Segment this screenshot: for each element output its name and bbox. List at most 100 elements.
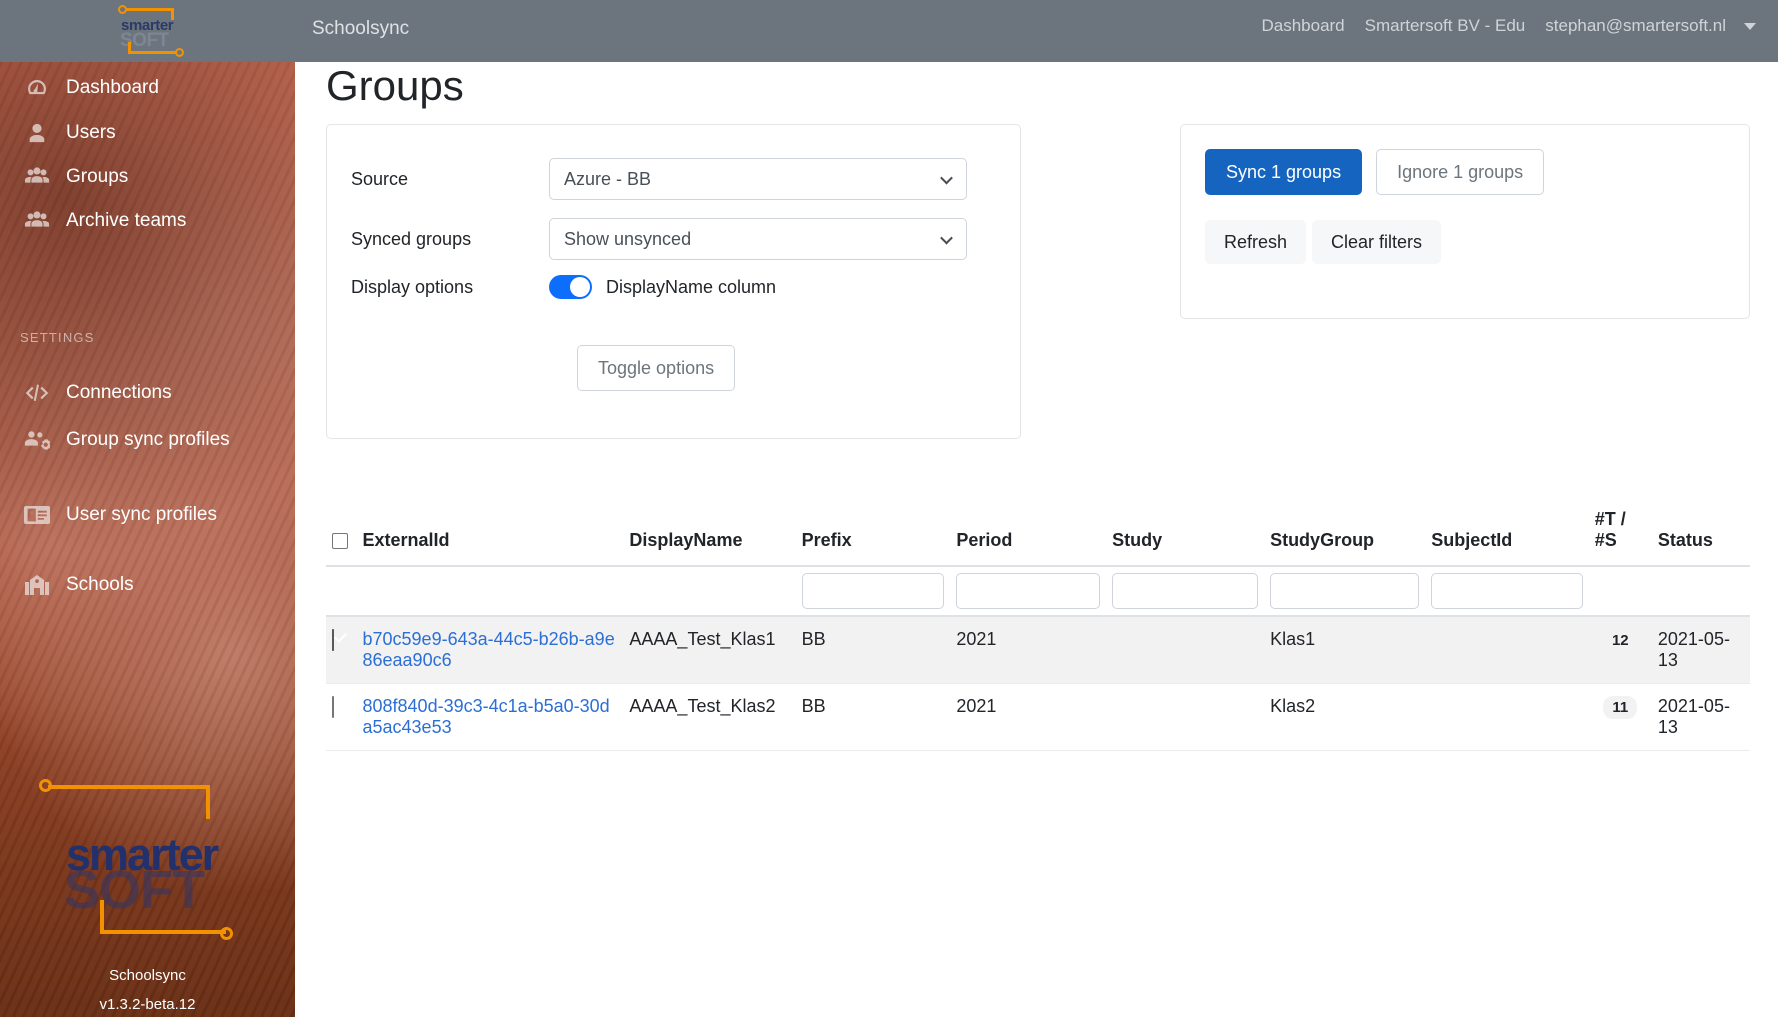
cell-subjectid: [1425, 684, 1588, 751]
cell-externalid: b70c59e9-643a-44c5-b26b-a9e86eaa90c6: [357, 616, 624, 684]
nav-link-dashboard[interactable]: Dashboard: [1251, 16, 1354, 36]
nav-link-user-email[interactable]: stephan@smartersoft.nl: [1535, 16, 1736, 36]
column-header-studygroup[interactable]: StudyGroup: [1264, 499, 1425, 566]
ts-badge: 11: [1603, 696, 1637, 719]
sidebar-footer-app-name: Schoolsync: [0, 967, 295, 984]
chevron-down-icon[interactable]: [1744, 23, 1756, 30]
sidebar-item-label: Archive teams: [66, 210, 186, 232]
sidebar-item-user-sync-profiles[interactable]: User sync profiles: [0, 489, 295, 541]
table-row[interactable]: 808f840d-39c3-4c1a-b5a0-30da5ac43e53 AAA…: [326, 684, 1750, 751]
logo-dot-bottom-right: [175, 48, 184, 57]
sidebar-item-label: Connections: [66, 382, 172, 404]
ts-header-line1: #T /: [1595, 509, 1646, 530]
synced-groups-label: Synced groups: [351, 229, 549, 250]
ignore-groups-button[interactable]: Ignore 1 groups: [1376, 149, 1544, 195]
display-options-label: Display options: [351, 277, 549, 298]
column-header-study[interactable]: Study: [1106, 499, 1264, 566]
toggle-options-button[interactable]: Toggle options: [577, 345, 735, 391]
actions-panel: Sync 1 groups Ignore 1 groups Refresh Cl…: [1180, 124, 1750, 319]
sidebar-logo-bar-top-right: [206, 785, 210, 819]
ts-header-line2: #S: [1595, 530, 1646, 551]
toggle-options-row: Toggle options: [577, 345, 735, 391]
sync-groups-button[interactable]: Sync 1 groups: [1205, 149, 1362, 195]
sidebar-logo-dot-bottom-right: [220, 927, 233, 940]
filter-cell-studygroup: [1264, 566, 1425, 616]
source-filter-row: Source Azure - BB: [351, 158, 967, 200]
filter-input-study[interactable]: [1112, 573, 1258, 609]
synced-groups-select-wrapper: Show unsynced: [549, 218, 967, 260]
table-header-row: ExternalId DisplayName Prefix Period Stu…: [326, 499, 1750, 566]
sidebar-item-connections[interactable]: Connections: [0, 367, 295, 419]
sidebar-logo-bar-bottom-left: [100, 900, 104, 934]
displayname-column-toggle[interactable]: [549, 275, 592, 299]
cell-teachers-students: 11: [1589, 684, 1652, 751]
id-card-icon: [20, 504, 54, 526]
cell-studygroup: Klas2: [1264, 684, 1425, 751]
filter-cell-prefix: [796, 566, 951, 616]
sidebar-item-archive-teams[interactable]: Archive teams: [0, 195, 295, 247]
toggle-knob: [570, 277, 590, 297]
clear-filters-button[interactable]: Clear filters: [1312, 220, 1441, 264]
filter-input-subjectid[interactable]: [1431, 573, 1582, 609]
app-name-label: Schoolsync: [312, 18, 409, 40]
filters-panel: Source Azure - BB Synced groups Show uns…: [326, 124, 1021, 439]
filter-input-period[interactable]: [956, 573, 1100, 609]
groups-table: ExternalId DisplayName Prefix Period Stu…: [326, 499, 1750, 751]
select-all-header: [326, 499, 357, 566]
sidebar-item-label: Users: [66, 122, 116, 144]
column-header-externalid[interactable]: ExternalId: [357, 499, 624, 566]
top-nav-links: Dashboard Smartersoft BV - Edu stephan@s…: [1251, 16, 1756, 36]
column-header-period[interactable]: Period: [950, 499, 1106, 566]
cell-prefix: BB: [796, 616, 951, 684]
logo-bar-bottom: [128, 51, 180, 54]
select-all-checkbox[interactable]: [332, 533, 348, 549]
filter-cell-empty: [623, 566, 795, 616]
table-row[interactable]: b70c59e9-643a-44c5-b26b-a9e86eaa90c6 AAA…: [326, 616, 1750, 684]
refresh-button[interactable]: Refresh: [1205, 220, 1306, 264]
cell-study: [1106, 684, 1264, 751]
synced-groups-filter-row: Synced groups Show unsynced: [351, 218, 967, 260]
column-header-teachers-students[interactable]: #T / #S: [1589, 499, 1652, 566]
cell-period: 2021: [950, 616, 1106, 684]
row-checkbox[interactable]: [332, 629, 334, 651]
secondary-actions-row: Refresh Clear filters: [1205, 220, 1441, 264]
sidebar-item-label: Dashboard: [66, 77, 159, 99]
sidebar-item-label: Schools: [66, 574, 134, 596]
ts-badge: 12: [1603, 629, 1638, 652]
cell-period: 2021: [950, 684, 1106, 751]
row-select-cell: [326, 616, 357, 684]
row-select-cell: [326, 684, 357, 751]
row-checkbox[interactable]: [332, 696, 334, 718]
logo-dot-top-left: [118, 5, 127, 14]
column-header-status[interactable]: Status: [1652, 499, 1750, 566]
synced-groups-select[interactable]: Show unsynced: [549, 218, 967, 260]
nav-link-tenant[interactable]: Smartersoft BV - Edu: [1355, 16, 1536, 36]
cell-displayname: AAAA_Test_Klas2: [623, 684, 795, 751]
column-header-prefix[interactable]: Prefix: [796, 499, 951, 566]
filter-cell-study: [1106, 566, 1264, 616]
users-cog-icon: [20, 428, 54, 452]
source-select[interactable]: Azure - BB: [549, 158, 967, 200]
filter-input-prefix[interactable]: [802, 573, 945, 609]
column-header-displayname[interactable]: DisplayName: [623, 499, 795, 566]
sidebar-item-schools[interactable]: Schools: [0, 559, 295, 611]
sidebar-item-group-sync-profiles[interactable]: Group sync profiles: [0, 414, 295, 466]
cell-studygroup: Klas1: [1264, 616, 1425, 684]
table-filter-row: [326, 566, 1750, 616]
sidebar-content: Dashboard Users Groups Archive teams SET…: [0, 62, 295, 1017]
filter-cell-subjectid: [1425, 566, 1588, 616]
cell-status: 2021-05-13: [1652, 616, 1750, 684]
sidebar-footer-version: v1.3.2-beta.12: [0, 996, 295, 1013]
externalid-link[interactable]: b70c59e9-643a-44c5-b26b-a9e86eaa90c6: [363, 629, 615, 670]
column-header-subjectid[interactable]: SubjectId: [1425, 499, 1588, 566]
gauge-icon: [20, 76, 54, 100]
filter-input-studygroup[interactable]: [1270, 573, 1419, 609]
sidebar-logo-line2: SOFT: [64, 859, 204, 921]
display-options-row: Display options DisplayName column: [351, 275, 776, 299]
table-header: ExternalId DisplayName Prefix Period Stu…: [326, 499, 1750, 616]
filter-cell-empty: [326, 566, 357, 616]
sidebar-brand-logo: smarter SOFT: [42, 777, 252, 962]
source-label: Source: [351, 169, 549, 190]
cell-displayname: AAAA_Test_Klas1: [623, 616, 795, 684]
externalid-link[interactable]: 808f840d-39c3-4c1a-b5a0-30da5ac43e53: [363, 696, 610, 737]
